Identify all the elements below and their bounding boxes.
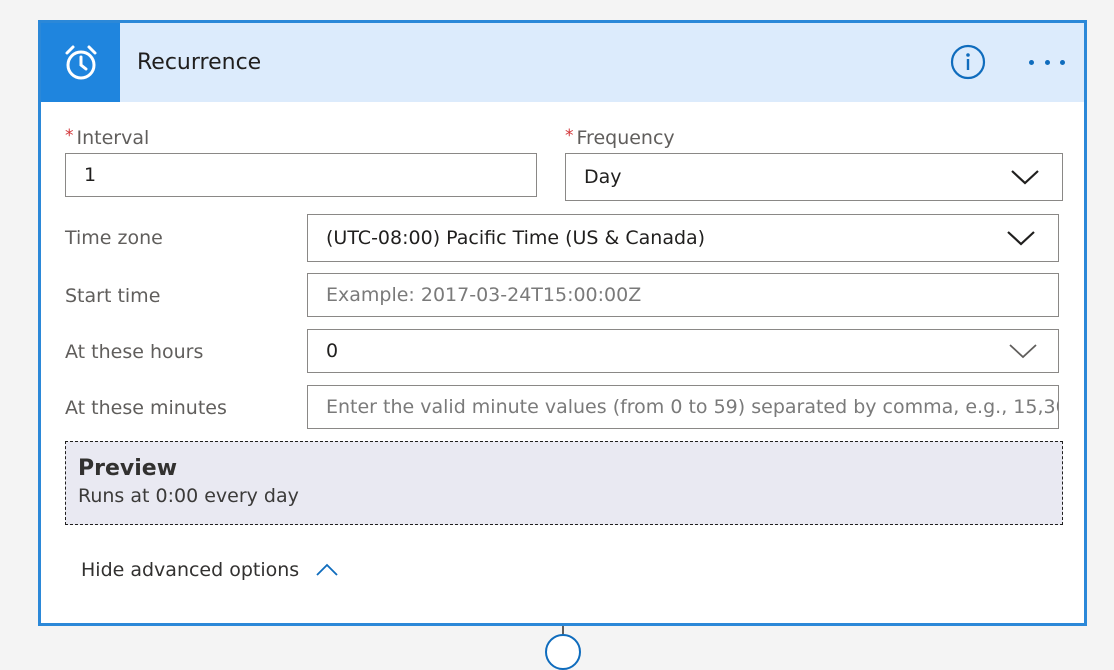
chevron-down-icon [1007,231,1035,246]
info-button[interactable] [950,44,986,80]
start-time-field[interactable] [307,273,1059,317]
interval-label: * Interval [65,126,150,149]
preview-panel: Preview Runs at 0:00 every day [65,441,1063,525]
card-title: Recurrence [137,50,262,75]
add-step-button[interactable] [545,634,581,670]
interval-label-text: Interval [76,127,150,149]
hide-advanced-options-label: Hide advanced options [81,559,300,581]
time-zone-value: (UTC-08:00) Pacific Time (US & Canada) [326,227,706,249]
alarm-clock-icon [65,45,96,79]
card-header[interactable]: Recurrence [41,23,1084,102]
more-options-button[interactable] [1025,51,1069,73]
interval-field[interactable] [65,153,537,197]
hide-advanced-options-button[interactable]: Hide advanced options [81,555,339,585]
chevron-down-icon [1009,344,1037,359]
info-icon [950,44,986,80]
minutes-label: At these minutes [65,397,227,419]
required-mark: * [565,126,574,146]
time-zone-label: Time zone [65,227,163,249]
frequency-value: Day [584,166,622,188]
minutes-input[interactable] [326,386,1058,428]
chevron-down-icon [1011,170,1039,185]
more-options-icon-dot [1044,59,1050,65]
trigger-icon-box [41,23,120,102]
preview-title: Preview [78,456,178,481]
hours-label: At these hours [65,341,204,363]
interval-input[interactable] [84,154,536,196]
frequency-label-text: Frequency [576,127,675,149]
preview-text: Runs at 0:00 every day [78,485,299,507]
more-options-icon-dot [1029,59,1034,65]
frequency-dropdown[interactable]: Day [565,153,1063,201]
frequency-label: * Frequency [565,126,675,149]
start-time-label: Start time [65,285,161,307]
chevron-up-icon [316,563,338,576]
hours-value: 0 [326,340,339,362]
recurrence-card: Recurrence *Interval *Frequency Day Time… [38,20,1087,626]
start-time-input[interactable] [326,274,1058,316]
required-mark: * [65,126,74,146]
more-options-icon-dot [1060,59,1065,65]
minutes-field[interactable] [307,385,1059,429]
hours-dropdown[interactable]: 0 [307,329,1059,373]
time-zone-dropdown[interactable]: (UTC-08:00) Pacific Time (US & Canada) [307,214,1059,262]
